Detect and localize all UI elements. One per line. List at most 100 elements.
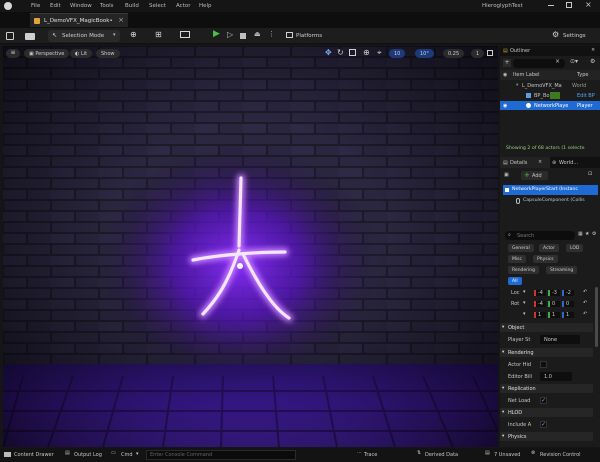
- tab-details-close-icon[interactable]: ×: [538, 159, 542, 165]
- add-actor-icon[interactable]: ⊕: [130, 30, 137, 39]
- menu-file[interactable]: File: [31, 3, 40, 9]
- col-item-label[interactable]: Item Label: [513, 72, 539, 78]
- unreal-logo-icon[interactable]: [4, 2, 12, 10]
- location-label[interactable]: Loc: [511, 290, 520, 296]
- star-icon[interactable]: ★: [585, 231, 589, 237]
- filter-physics[interactable]: Physics: [533, 255, 558, 263]
- play-icon[interactable]: ▶: [213, 29, 220, 39]
- tab-world-settings[interactable]: World...: [559, 160, 578, 166]
- col-type[interactable]: Type: [577, 72, 588, 78]
- filter-table-icon[interactable]: ▦: [578, 231, 583, 237]
- component-child[interactable]: CapsuleComponent (Collis: [503, 196, 598, 206]
- level-viewport[interactable]: [3, 46, 498, 447]
- filter-rendering[interactable]: Rendering: [508, 266, 539, 274]
- show-button[interactable]: Show: [96, 49, 120, 58]
- level-tab[interactable]: L_DemoVFX_MagicBook• ×: [30, 13, 128, 27]
- section-physics[interactable]: ▾ Physics: [500, 432, 593, 441]
- translate-mode-icon[interactable]: ✥: [325, 48, 332, 57]
- section-rendering[interactable]: ▾ Rendering: [500, 348, 593, 357]
- filter-lod[interactable]: LOD: [566, 244, 584, 252]
- menu-tools[interactable]: Tools: [100, 3, 114, 9]
- player-start-field[interactable]: None: [540, 335, 580, 344]
- dropdown-chevron-icon[interactable]: ▾: [523, 289, 526, 295]
- filter-general[interactable]: General: [508, 244, 534, 252]
- menu-edit[interactable]: Edit: [50, 3, 61, 9]
- rotate-mode-icon[interactable]: ↻: [337, 48, 344, 57]
- viewport-options-button[interactable]: ≡: [6, 49, 20, 58]
- reset-icon[interactable]: ↶: [583, 289, 587, 295]
- outliner-close-icon[interactable]: ×: [591, 47, 595, 53]
- cinematics-icon[interactable]: [180, 31, 190, 38]
- revision-control-button[interactable]: ⊗ Revision Control: [530, 450, 598, 460]
- blueprint-icon[interactable]: ⊞: [155, 30, 162, 39]
- actor-hidden-checkbox[interactable]: [540, 361, 547, 368]
- outliner-filter-icon[interactable]: ⊙▾: [570, 58, 578, 65]
- stop-icon[interactable]: [240, 33, 246, 39]
- outliner-row[interactable]: BP_Bo Edit BP: [500, 91, 600, 100]
- loc-x-field[interactable]: -4: [534, 290, 546, 296]
- rot-z-field[interactable]: 0: [562, 301, 574, 307]
- filter-actor[interactable]: Actor: [539, 244, 559, 252]
- section-replication[interactable]: ▾ Replication: [500, 384, 593, 393]
- editor-billboard-field[interactable]: 1.0: [540, 372, 572, 381]
- rot-x-field[interactable]: -4: [534, 301, 546, 307]
- lit-button[interactable]: ◐ Lit: [70, 49, 93, 58]
- eject-icon[interactable]: ⏏: [254, 30, 261, 38]
- step-icon[interactable]: ▷: [227, 30, 233, 39]
- console-input[interactable]: Enter Console Command: [146, 450, 296, 460]
- menu-window[interactable]: Window: [70, 3, 92, 9]
- transform-gizmo[interactable]: [237, 263, 243, 269]
- menu-actor[interactable]: Actor: [176, 3, 190, 9]
- lock-icon[interactable]: ⊡: [588, 171, 592, 177]
- scale-x-field[interactable]: 1: [534, 312, 546, 318]
- rotation-snap-button[interactable]: 10°: [415, 49, 434, 58]
- details-scrollbar[interactable]: [595, 287, 598, 347]
- maximize-viewport-icon[interactable]: [487, 50, 493, 56]
- edit-bp-link[interactable]: Edit BP: [577, 93, 595, 99]
- filter-all[interactable]: All: [508, 277, 522, 285]
- content-browser-icon[interactable]: [25, 33, 35, 40]
- outliner-add-icon[interactable]: +: [503, 59, 511, 67]
- menu-select[interactable]: Select: [149, 3, 166, 9]
- world-local-icon[interactable]: ⊕: [363, 48, 370, 57]
- outliner-clear-icon[interactable]: ×: [555, 58, 560, 65]
- cmd-dropdown[interactable]: ▭ Cmd ▾: [110, 450, 144, 460]
- more-options-icon[interactable]: ⋮: [268, 30, 275, 38]
- outliner-settings-icon[interactable]: ⚙: [590, 58, 595, 65]
- settings-button[interactable]: ⚙ Settings: [552, 30, 598, 42]
- surface-snap-icon[interactable]: ⌖: [377, 48, 382, 58]
- dropdown-chevron-icon[interactable]: ▾: [523, 311, 526, 317]
- grid-snap-button[interactable]: 10: [389, 49, 406, 58]
- close-icon[interactable]: ×: [585, 0, 592, 9]
- component-root[interactable]: NetworkPlayerStart (Instanc: [503, 185, 598, 195]
- visibility-eye-icon[interactable]: ◉: [503, 103, 507, 109]
- rotation-label[interactable]: Rot: [511, 301, 519, 307]
- save-icon[interactable]: [6, 32, 14, 40]
- section-hlod[interactable]: ▾ HLOD: [500, 408, 593, 417]
- net-load-checkbox[interactable]: ✓: [540, 397, 547, 404]
- reset-icon[interactable]: ↶: [583, 300, 587, 306]
- scale-snap-button[interactable]: 0.25: [443, 49, 465, 58]
- loc-y-field[interactable]: -3: [548, 290, 560, 296]
- minimize-icon[interactable]: [548, 5, 554, 6]
- loc-z-field[interactable]: -2: [562, 290, 574, 296]
- reset-icon[interactable]: ↶: [583, 311, 587, 317]
- rot-y-field[interactable]: 0: [548, 301, 560, 307]
- selection-mode-dropdown[interactable]: ↖ Selection Mode ▾: [48, 30, 120, 42]
- dropdown-chevron-icon[interactable]: ▾: [523, 300, 526, 306]
- expand-icon[interactable]: ▾: [516, 83, 518, 88]
- platforms-button[interactable]: Platforms: [284, 30, 332, 42]
- menu-build[interactable]: Build: [125, 3, 139, 9]
- unsaved-button[interactable]: ▤ 7 Unsaved: [485, 450, 525, 460]
- camera-speed-button[interactable]: 1: [471, 49, 485, 58]
- scale-z-field[interactable]: 1: [562, 312, 574, 318]
- tab-close-icon[interactable]: ×: [118, 16, 124, 24]
- add-component-button[interactable]: + Add: [521, 171, 548, 180]
- perspective-button[interactable]: ▣ Perspective: [24, 49, 70, 58]
- filter-misc[interactable]: Misc: [508, 255, 526, 263]
- details-settings-icon[interactable]: ⚙: [592, 231, 596, 237]
- include-hlod-checkbox[interactable]: ✓: [540, 421, 547, 428]
- maximize-icon[interactable]: [566, 2, 572, 8]
- menu-help[interactable]: Help: [199, 3, 212, 9]
- trace-button[interactable]: ⋯ Trace: [356, 450, 388, 460]
